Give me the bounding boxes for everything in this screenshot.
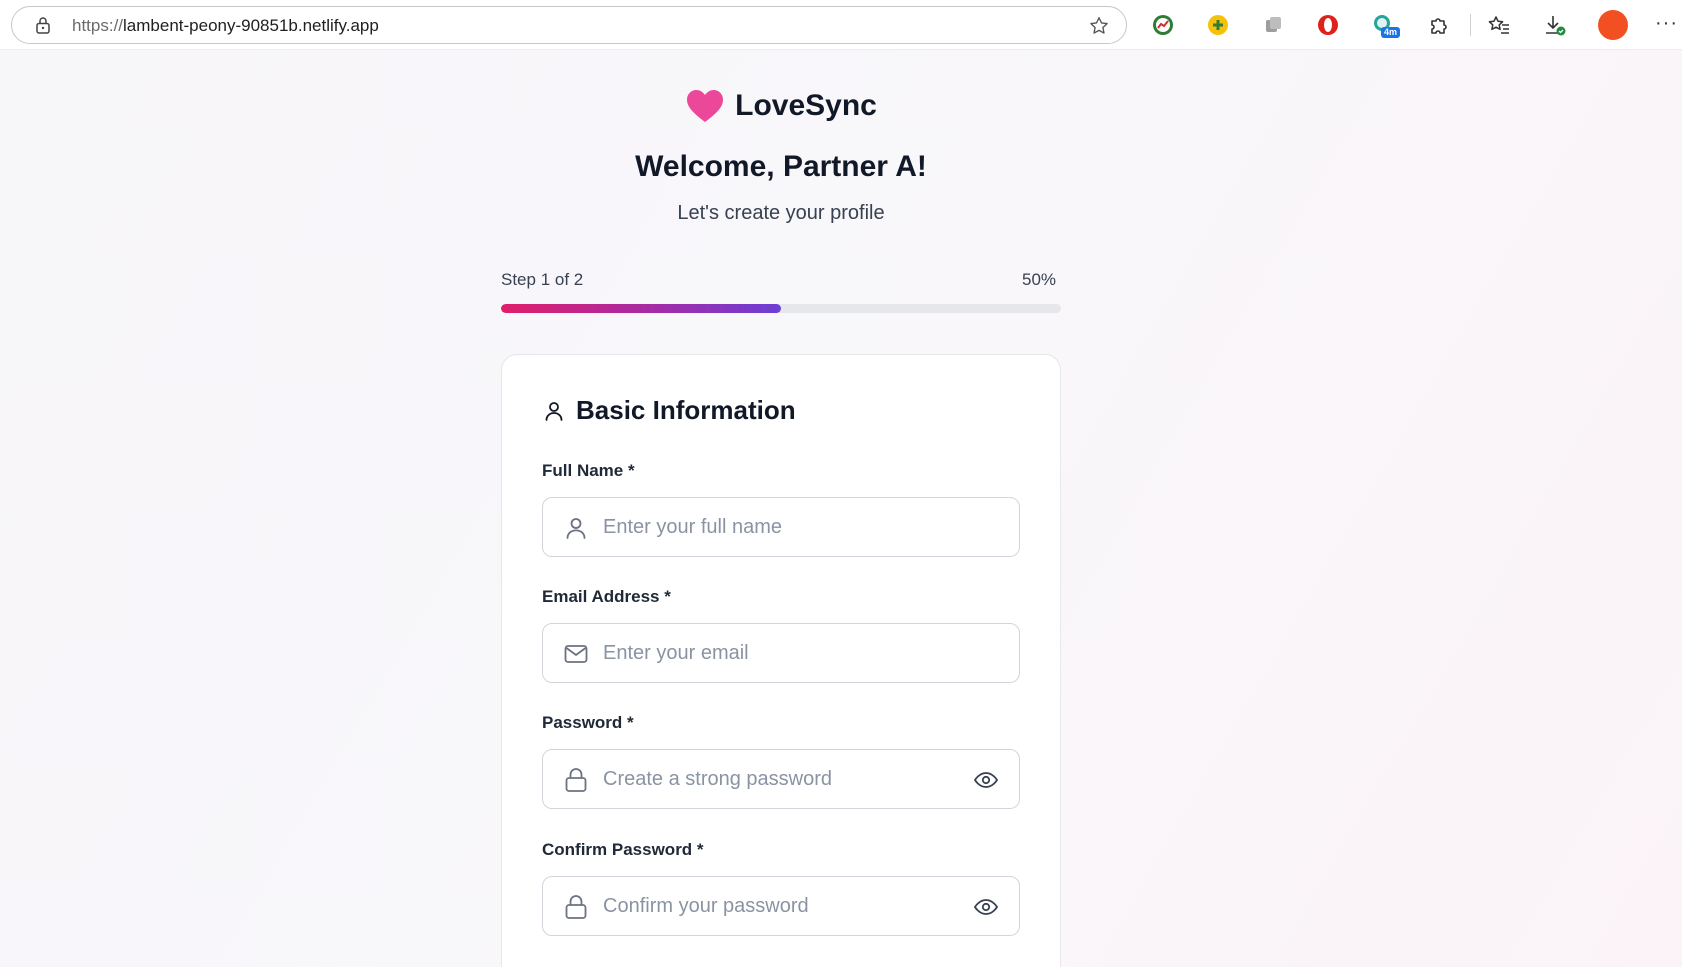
section-title: Basic Information [576,395,796,425]
confirm-password-label: Confirm Password * [542,840,704,859]
lock-icon [565,768,587,792]
downloads-icon[interactable] [1541,12,1567,38]
site-info-lock-icon[interactable] [33,15,53,35]
timer-badge: 4m [1381,27,1401,38]
full-name-field[interactable] [542,497,1020,557]
toolbar-divider [1470,14,1471,36]
puzzle-icon[interactable] [1425,12,1451,38]
card-header: Basic Information [542,395,796,426]
heart-icon [687,90,724,122]
step-label: Step 1 of 2 [501,270,584,289]
email-label: Email Address * [542,587,671,606]
email-field[interactable] [542,623,1020,683]
password-field[interactable] [542,749,1020,809]
brand-name: LoveSync [735,89,877,122]
confirm-password-field[interactable] [542,876,1020,936]
password-label: Password * [542,713,634,732]
full-name-input[interactable] [603,498,963,556]
user-icon [545,401,563,421]
password-input[interactable] [603,750,963,808]
eye-icon[interactable] [973,768,999,792]
more-options-icon[interactable]: ··· [1655,12,1678,35]
page-subtitle: Let's create your profile [677,202,885,224]
favorite-star-icon[interactable] [1088,15,1110,37]
profile-avatar[interactable] [1598,10,1628,40]
mail-icon [564,645,588,663]
email-input[interactable] [603,624,963,682]
progress-percent: 50% [1022,270,1057,289]
favorites-list-icon[interactable] [1486,12,1512,38]
green-chart-extension-icon[interactable] [1150,12,1176,38]
browser-toolbar: https://lambent-peony-90851b.netlify.app… [0,0,1682,50]
progress-fill [501,304,781,313]
page-title: Welcome, Partner A! [635,150,927,183]
eye-icon[interactable] [973,895,999,919]
confirm-password-input[interactable] [603,877,963,935]
url-text[interactable]: https://lambent-peony-90851b.netlify.app [72,16,379,36]
yellow-plus-extension-icon[interactable] [1205,12,1231,38]
opera-red-extension-icon[interactable] [1315,12,1341,38]
page-content: LoveSync Welcome, Partner A! Let's creat… [0,50,1682,967]
teal-timer-extension-icon[interactable]: 4m [1370,12,1401,38]
user-icon [566,518,586,539]
url-scheme: https:// [72,16,124,35]
gray-stack-extension-icon[interactable] [1260,12,1286,38]
progress-bar [501,304,1061,313]
profile-form-card: Basic Information Full Name * Email Addr… [501,354,1061,967]
address-bar[interactable]: https://lambent-peony-90851b.netlify.app [11,6,1127,44]
full-name-label: Full Name * [542,461,635,480]
brand-header: LoveSync [0,88,1562,124]
lock-icon [565,895,587,919]
url-host: lambent-peony-90851b.netlify.app [123,16,379,35]
